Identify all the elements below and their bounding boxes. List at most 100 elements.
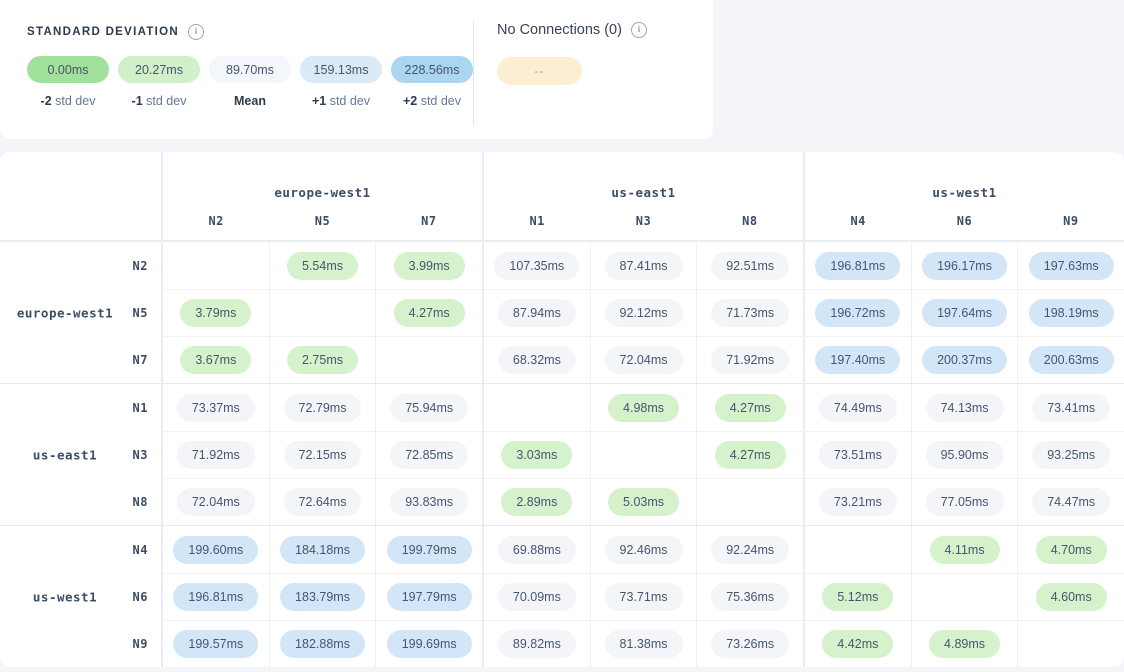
latency-pill[interactable]: 68.32ms	[498, 346, 576, 374]
latency-pill[interactable]: 70.09ms	[498, 583, 576, 611]
latency-pill[interactable]: 107.35ms	[494, 252, 579, 280]
legend-label-bold: -2	[41, 94, 52, 108]
latency-cell: 4.27ms	[696, 384, 803, 431]
latency-cell: 71.92ms	[696, 337, 803, 383]
latency-pill[interactable]: 199.79ms	[387, 536, 472, 564]
latency-cell: 199.57ms	[161, 621, 269, 667]
latency-pill[interactable]: 4.11ms	[930, 536, 1000, 564]
column-node-row: N1N3N8	[484, 214, 803, 228]
latency-cell: 4.11ms	[911, 526, 1018, 573]
latency-pill[interactable]: 196.81ms	[173, 583, 258, 611]
row-cells: 71.92ms 72.15ms 72.85ms 3.03ms 4.27ms 73.51ms…	[161, 431, 1124, 478]
latency-pill[interactable]: 4.27ms	[715, 441, 786, 469]
latency-pill[interactable]: 93.25ms	[1032, 441, 1110, 469]
latency-pill[interactable]: 72.04ms	[177, 488, 255, 516]
latency-cell	[375, 337, 482, 383]
latency-pill[interactable]: 74.13ms	[926, 394, 1004, 422]
latency-cell: 92.24ms	[696, 526, 803, 573]
latency-pill[interactable]: 200.63ms	[1029, 346, 1114, 374]
latency-pill[interactable]: 81.38ms	[605, 630, 683, 658]
latency-pill[interactable]: 87.94ms	[498, 299, 576, 327]
latency-pill[interactable]: 183.79ms	[280, 583, 365, 611]
latency-pill[interactable]: 196.72ms	[815, 299, 900, 327]
latency-pill[interactable]: 3.99ms	[394, 252, 465, 280]
table-row: N9199.57ms182.88ms199.69ms89.82ms81.38ms…	[0, 620, 1124, 667]
latency-pill[interactable]: 73.41ms	[1032, 394, 1110, 422]
latency-pill[interactable]: 196.17ms	[922, 252, 1007, 280]
latency-pill[interactable]: 199.57ms	[173, 630, 258, 658]
latency-pill[interactable]: 73.71ms	[605, 583, 683, 611]
row-group-us-east1: us-east1N173.37ms72.79ms75.94ms4.98ms4.2…	[0, 383, 1124, 525]
latency-pill[interactable]: 72.79ms	[284, 394, 362, 422]
column-header-n4: N4	[805, 214, 911, 228]
latency-pill[interactable]: 72.85ms	[390, 441, 468, 469]
latency-pill[interactable]: 3.67ms	[180, 346, 251, 374]
latency-pill[interactable]: 74.47ms	[1032, 488, 1110, 516]
row-group-europe-west1: europe-west1N25.54ms3.99ms107.35ms87.41m…	[0, 242, 1124, 383]
legend-label: +1 std dev	[300, 94, 382, 108]
latency-cell: 74.13ms	[911, 384, 1018, 431]
latency-cell: 197.40ms	[803, 337, 911, 383]
latency-pill[interactable]: 3.03ms	[501, 441, 572, 469]
latency-pill[interactable]: 197.64ms	[922, 299, 1007, 327]
latency-cell: 75.36ms	[696, 574, 803, 620]
latency-pill[interactable]: 77.05ms	[926, 488, 1004, 516]
latency-pill[interactable]: 4.42ms	[822, 630, 893, 658]
latency-pill[interactable]: 89.82ms	[498, 630, 576, 658]
latency-cell	[590, 432, 697, 478]
latency-pill[interactable]: 69.88ms	[498, 536, 576, 564]
latency-pill[interactable]: 92.46ms	[605, 536, 683, 564]
latency-pill[interactable]: 197.40ms	[815, 346, 900, 374]
latency-pill[interactable]: 72.04ms	[605, 346, 683, 374]
latency-pill[interactable]: 182.88ms	[280, 630, 365, 658]
latency-pill[interactable]: 3.79ms	[180, 299, 251, 327]
latency-pill[interactable]: 72.64ms	[284, 488, 362, 516]
latency-pill[interactable]: 197.79ms	[387, 583, 472, 611]
latency-pill[interactable]: 92.51ms	[711, 252, 789, 280]
latency-pill[interactable]: 184.18ms	[280, 536, 365, 564]
latency-pill[interactable]: 92.24ms	[711, 536, 789, 564]
latency-pill[interactable]: 2.75ms	[287, 346, 358, 374]
info-icon[interactable]: i	[631, 22, 647, 38]
latency-pill[interactable]: 5.03ms	[608, 488, 679, 516]
latency-pill[interactable]: 71.92ms	[177, 441, 255, 469]
latency-pill[interactable]: 199.69ms	[387, 630, 472, 658]
latency-cell: 3.03ms	[482, 432, 590, 478]
latency-pill[interactable]: 4.27ms	[394, 299, 465, 327]
latency-pill[interactable]: 75.36ms	[711, 583, 789, 611]
latency-pill[interactable]: 92.12ms	[605, 299, 683, 327]
latency-pill[interactable]: 199.60ms	[173, 536, 258, 564]
latency-cell: 196.81ms	[161, 574, 269, 620]
latency-pill[interactable]: 196.81ms	[815, 252, 900, 280]
latency-pill[interactable]: 73.37ms	[177, 394, 255, 422]
latency-pill[interactable]: 200.37ms	[922, 346, 1007, 374]
latency-cell: 89.82ms	[482, 621, 590, 667]
latency-pill[interactable]: 5.12ms	[822, 583, 893, 611]
latency-pill[interactable]: 73.51ms	[819, 441, 897, 469]
latency-pill[interactable]: 95.90ms	[926, 441, 1004, 469]
table-row: N25.54ms3.99ms107.35ms87.41ms92.51ms196.…	[0, 242, 1124, 289]
legend-pill: 228.56ms	[391, 56, 473, 83]
latency-pill[interactable]: 2.89ms	[501, 488, 572, 516]
latency-pill[interactable]: 198.19ms	[1029, 299, 1114, 327]
latency-pill[interactable]: 4.98ms	[608, 394, 679, 422]
latency-pill[interactable]: 4.70ms	[1036, 536, 1107, 564]
latency-pill[interactable]: 5.54ms	[287, 252, 358, 280]
latency-pill[interactable]: 71.73ms	[711, 299, 789, 327]
latency-pill[interactable]: 72.15ms	[284, 441, 362, 469]
info-icon[interactable]: i	[188, 24, 204, 40]
latency-cell: 4.42ms	[803, 621, 911, 667]
table-row: N371.92ms72.15ms72.85ms3.03ms4.27ms73.51…	[0, 431, 1124, 478]
latency-pill[interactable]: 4.89ms	[929, 630, 1000, 658]
latency-pill[interactable]: 75.94ms	[390, 394, 468, 422]
latency-pill[interactable]: 73.21ms	[819, 488, 897, 516]
latency-pill[interactable]: 197.63ms	[1029, 252, 1114, 280]
latency-cell: 72.85ms	[375, 432, 482, 478]
latency-pill[interactable]: 71.92ms	[711, 346, 789, 374]
latency-pill[interactable]: 4.60ms	[1036, 583, 1107, 611]
latency-pill[interactable]: 4.27ms	[715, 394, 786, 422]
latency-pill[interactable]: 87.41ms	[605, 252, 683, 280]
latency-pill[interactable]: 74.49ms	[819, 394, 897, 422]
latency-pill[interactable]: 73.26ms	[711, 630, 789, 658]
latency-pill[interactable]: 93.83ms	[390, 488, 468, 516]
